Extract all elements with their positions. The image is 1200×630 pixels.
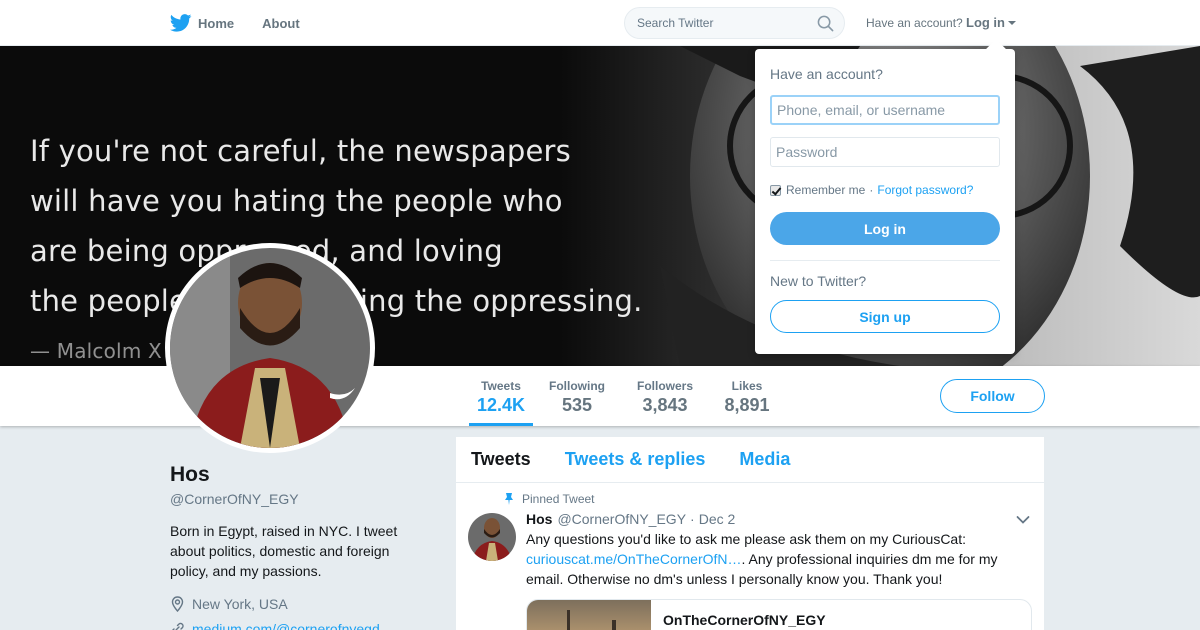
tweet-avatar-image (468, 513, 516, 561)
signup-button[interactable]: Sign up (770, 300, 1000, 333)
pinned-tweet-indicator: Pinned Tweet (504, 492, 595, 506)
link-icon (172, 622, 184, 630)
profile-handle[interactable]: @CornerOfNY_EGY (170, 491, 299, 507)
forgot-password-link[interactable]: Forgot password? (877, 183, 973, 197)
chevron-down-icon[interactable] (1016, 515, 1030, 525)
stat-value: 3,843 (642, 395, 688, 415)
new-to-twitter-text: New to Twitter? (770, 273, 867, 289)
login-dropdown-toggle[interactable]: Log in (966, 15, 1016, 30)
tweet-link[interactable]: curiouscat.me/OnTheCornerOfN… (526, 551, 742, 567)
nav-home-label: Home (198, 15, 235, 31)
pin-icon (505, 493, 513, 505)
profile-website[interactable]: medium.com/@cornerofnyegd (170, 621, 380, 630)
stat-following[interactable]: Following 535 (546, 366, 608, 426)
follow-button[interactable]: Follow (940, 379, 1045, 413)
search-input[interactable] (637, 15, 807, 31)
location-pin-icon (171, 596, 184, 612)
tab-media[interactable]: Media (739, 449, 790, 470)
quote-line: will have you hating the people who (30, 184, 563, 218)
password-field[interactable] (770, 137, 1000, 167)
stat-likes[interactable]: Likes 8,891 (722, 366, 772, 426)
tweet-timestamp[interactable]: Dec 2 (699, 511, 736, 527)
card-thumbnail-image (527, 600, 651, 630)
profile-avatar[interactable] (165, 243, 375, 453)
quote-line: If you're not careful, the newspapers (30, 134, 571, 168)
tweet-text-before: Any questions you'd like to ask me pleas… (526, 531, 966, 547)
stat-value: 12.4K (476, 395, 526, 415)
website-link[interactable]: medium.com/@cornerofnyegd (192, 621, 380, 630)
location-text: New York, USA (192, 596, 288, 612)
twitter-bird-icon (170, 14, 192, 32)
username-field[interactable] (770, 95, 1000, 125)
search-box[interactable] (624, 7, 845, 39)
profile-name[interactable]: Hos (170, 463, 210, 487)
remember-me-row: Remember me · Forgot password? (770, 183, 973, 197)
stat-value: 535 (561, 395, 593, 415)
top-navigation-bar: Home About Have an account? Log in (0, 0, 1200, 46)
nav-about-link[interactable]: About (262, 16, 300, 31)
nav-home-link[interactable]: Home (170, 14, 234, 32)
remember-separator: · (869, 183, 874, 197)
tweet-link-card[interactable]: OnTheCornerOfNY_EGY (526, 599, 1032, 630)
timeline-panel: Tweets Tweets & replies Media Pinned Twe… (456, 437, 1044, 630)
tab-tweets[interactable]: Tweets (471, 449, 531, 470)
login-button[interactable]: Log in (770, 212, 1000, 245)
stat-label: Likes (731, 379, 763, 393)
card-title: OnTheCornerOfNY_EGY (663, 612, 826, 628)
tweet-author-avatar[interactable] (468, 513, 516, 561)
tab-tweets-and-replies[interactable]: Tweets & replies (565, 449, 706, 470)
login-dropdown: Have an account? Remember me · Forgot pa… (755, 39, 1015, 354)
stat-label: Following (549, 379, 605, 393)
tweet-text: Any questions you'd like to ask me pleas… (526, 529, 1026, 589)
stat-label: Followers (636, 379, 693, 393)
tweet-author-name[interactable]: Hos (526, 511, 552, 527)
caret-down-icon (1008, 20, 1016, 25)
profile-location: New York, USA (170, 596, 288, 612)
have-account-text: Have an account? (866, 16, 963, 30)
stat-followers[interactable]: Followers 3,843 (634, 366, 696, 426)
dropdown-divider (770, 260, 1000, 261)
stat-tweets[interactable]: Tweets 12.4K (469, 366, 533, 426)
search-icon[interactable] (817, 15, 834, 32)
pinned-label: Pinned Tweet (522, 492, 595, 506)
remember-me-label[interactable]: Remember me (786, 183, 865, 197)
login-toggle-label: Log in (966, 15, 1005, 30)
tweet-author-handle[interactable]: @CornerOfNY_EGY (557, 511, 686, 527)
remember-me-checkbox[interactable] (770, 184, 781, 196)
profile-bio: Born in Egypt, raised in NYC. I tweet ab… (170, 523, 398, 579)
timeline-tabs: Tweets Tweets & replies Media (456, 437, 1044, 483)
tweet-header: Hos @CornerOfNY_EGY · Dec 2 (526, 511, 735, 527)
avatar-image (170, 248, 370, 448)
stat-value: 8,891 (724, 395, 770, 415)
stat-label: Tweets (481, 379, 521, 393)
dropdown-title: Have an account? (770, 66, 883, 82)
tweet-separator: · (690, 511, 695, 527)
nav-left-group: Home About (170, 0, 328, 46)
